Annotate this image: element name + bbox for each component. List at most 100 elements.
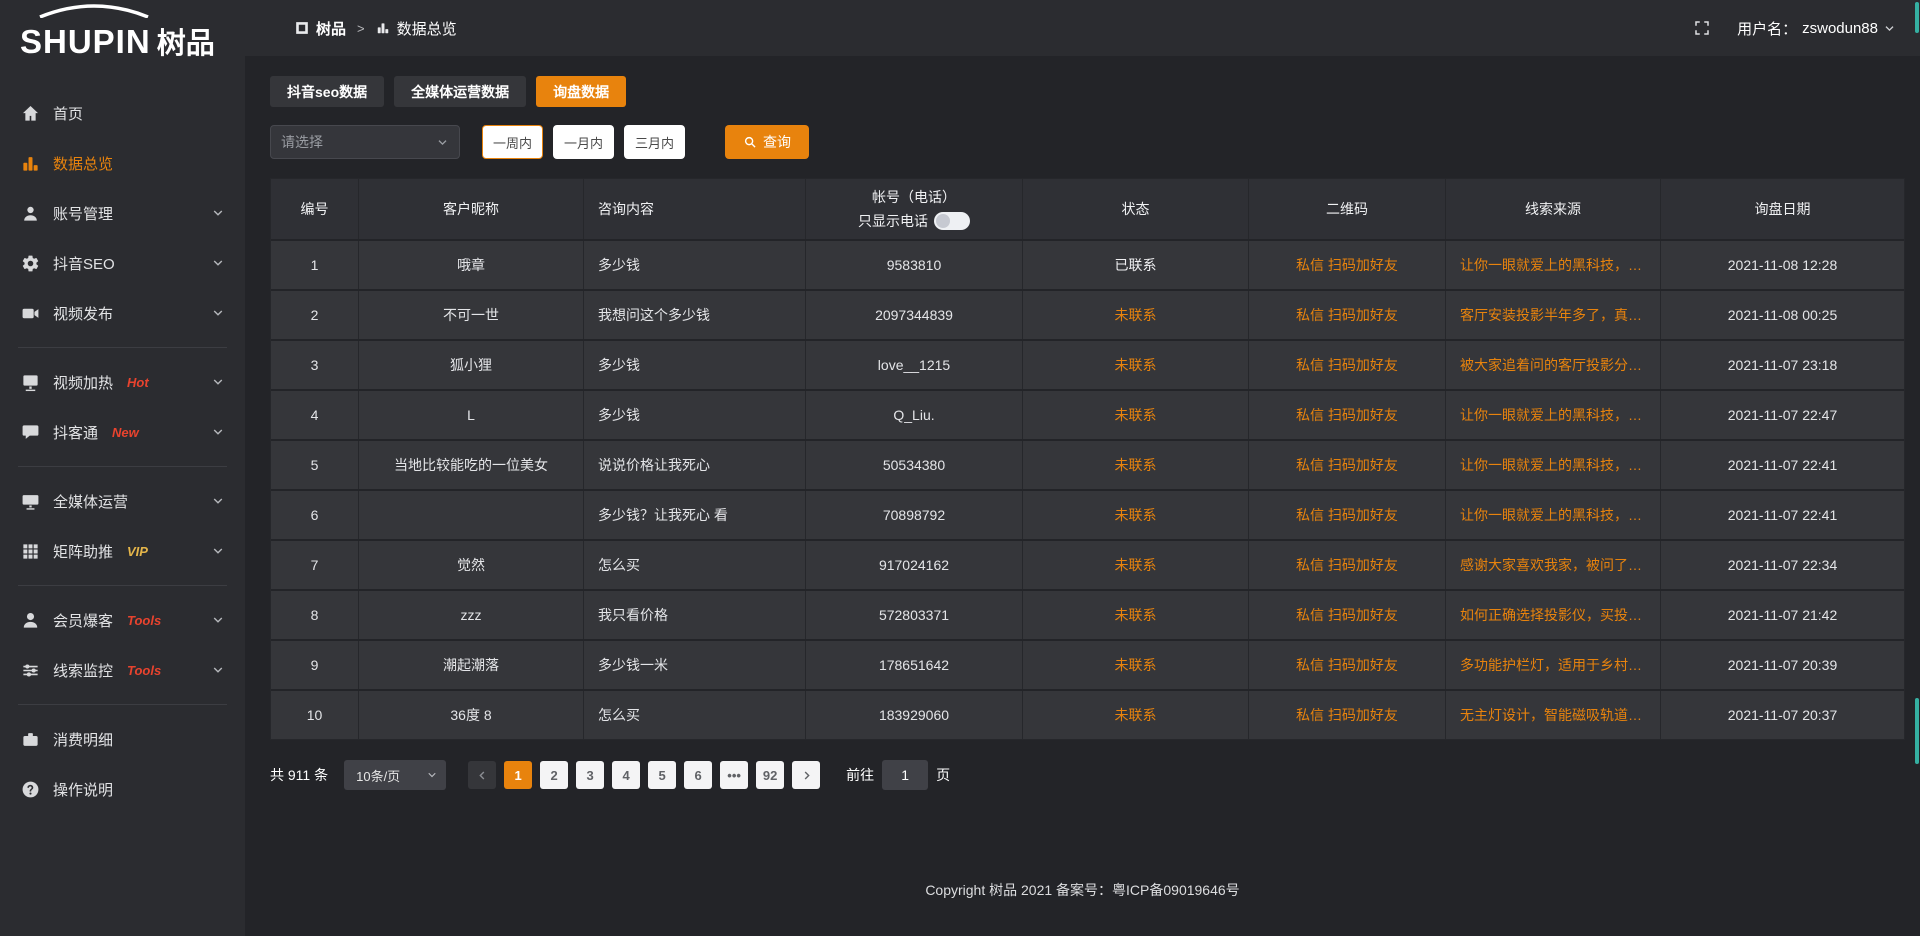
sidebar-item-label: 账号管理 bbox=[53, 203, 113, 224]
table-header-row: 编号 客户昵称 咨询内容 帐号（电话） 只显示电话 状态 二维码 线索来源 询盘… bbox=[271, 179, 1904, 239]
header-nickname: 客户昵称 bbox=[359, 179, 584, 239]
sidebar-item[interactable]: 账号管理 bbox=[0, 188, 245, 238]
qr-add-friend-link[interactable]: 私信 扫码加好友 bbox=[1296, 655, 1398, 675]
page-number-button[interactable]: 4 bbox=[612, 761, 640, 789]
monitor-icon bbox=[20, 491, 40, 511]
breadcrumb-page: 数据总览 bbox=[397, 18, 457, 39]
qr-add-friend-link[interactable]: 私信 扫码加好友 bbox=[1296, 605, 1398, 625]
qr-add-friend-link[interactable]: 私信 扫码加好友 bbox=[1296, 505, 1398, 525]
prev-page-button[interactable] bbox=[468, 761, 496, 789]
sidebar-item-label: 会员爆客 bbox=[53, 610, 113, 631]
lead-source-link[interactable]: 如何正确选择投影仪，买投影... bbox=[1460, 605, 1646, 625]
page-size-value: 10条/页 bbox=[356, 766, 400, 785]
scrollbar-thumb[interactable] bbox=[1915, 2, 1919, 33]
page-number-button[interactable]: 5 bbox=[648, 761, 676, 789]
lead-source-link[interactable]: 多功能护栏灯，适用于乡村文... bbox=[1460, 655, 1646, 675]
qr-add-friend-link[interactable]: 私信 扫码加好友 bbox=[1296, 355, 1398, 375]
range-button[interactable]: 一周内 bbox=[482, 125, 543, 159]
qr-add-friend-link[interactable]: 私信 扫码加好友 bbox=[1296, 555, 1398, 575]
table-body: 1 哦章 多少钱 9583810 已联系 私信 扫码加好友 让你一眼就爱上的黑科… bbox=[271, 239, 1904, 739]
qr-add-friend-link[interactable]: 私信 扫码加好友 bbox=[1296, 305, 1398, 325]
lead-source-link[interactable]: 无主灯设计，智能磁吸轨道灯... bbox=[1460, 705, 1646, 725]
sidebar-item[interactable]: 抖音SEO bbox=[0, 238, 245, 288]
fullscreen-icon[interactable] bbox=[1693, 19, 1711, 37]
lead-source-link[interactable]: 让你一眼就爱上的黑科技，能... bbox=[1460, 255, 1646, 275]
sidebar-item[interactable]: 视频加热 Hot bbox=[0, 357, 245, 407]
cell-date: 2021-11-07 23:18 bbox=[1661, 341, 1904, 389]
search-button[interactable]: 查询 bbox=[725, 125, 809, 159]
cell-id: 1 bbox=[271, 241, 359, 289]
sidebar-item[interactable]: 操作说明 bbox=[0, 764, 245, 814]
cell-qrcode: 私信 扫码加好友 bbox=[1249, 541, 1446, 589]
cell-content: 我想问这个多少钱 bbox=[584, 291, 806, 339]
page-number-button[interactable]: ••• bbox=[720, 761, 748, 789]
gear-icon bbox=[20, 253, 40, 273]
sidebar-item[interactable]: 视频发布 bbox=[0, 288, 245, 338]
data-tab[interactable]: 全媒体运营数据 bbox=[394, 76, 526, 107]
data-tab[interactable]: 抖音seo数据 bbox=[270, 76, 384, 107]
sidebar-item[interactable]: 数据总览 bbox=[0, 138, 245, 188]
sidebar-item[interactable]: 全媒体运营 bbox=[0, 476, 245, 526]
phone-only-toggle[interactable] bbox=[934, 212, 970, 230]
sidebar-item[interactable]: 矩阵助推 VIP bbox=[0, 526, 245, 576]
sidebar-item-label: 线索监控 bbox=[53, 660, 113, 681]
qr-add-friend-link[interactable]: 私信 扫码加好友 bbox=[1296, 405, 1398, 425]
lead-source-link[interactable]: 让你一眼就爱上的黑科技，能... bbox=[1460, 405, 1646, 425]
page-number-button[interactable]: 3 bbox=[576, 761, 604, 789]
chevron-down-icon bbox=[211, 306, 225, 320]
status-text: 未联系 bbox=[1115, 555, 1157, 575]
qr-add-friend-link[interactable]: 私信 扫码加好友 bbox=[1296, 255, 1398, 275]
sidebar-item[interactable]: 会员爆客 Tools bbox=[0, 595, 245, 645]
cell-source: 客厅安装投影半年多了，真实... bbox=[1446, 291, 1661, 339]
cell-date: 2021-11-07 22:47 bbox=[1661, 391, 1904, 439]
lead-source-link[interactable]: 让你一眼就爱上的黑科技，能... bbox=[1460, 455, 1646, 475]
pagination: 共 911 条 10条/页 123456•••92 前往 页 bbox=[270, 760, 1905, 790]
scrollbar-thumb[interactable] bbox=[1915, 698, 1919, 764]
lead-source-link[interactable]: 被大家追着问的客厅投影分享... bbox=[1460, 355, 1646, 375]
goto-page-input[interactable] bbox=[882, 760, 928, 790]
filter-bar: 请选择 一周内一月内三月内 查询 bbox=[270, 125, 1905, 159]
sidebar-item-badge: New bbox=[112, 425, 139, 440]
table-row: 7 觉然 怎么买 917024162 未联系 私信 扫码加好友 感谢大家喜欢我家… bbox=[271, 539, 1904, 589]
qr-add-friend-link[interactable]: 私信 扫码加好友 bbox=[1296, 455, 1398, 475]
lead-source-link[interactable]: 客厅安装投影半年多了，真实... bbox=[1460, 305, 1646, 325]
main-area: 树品 > 数据总览 用户名：zswodun88 抖音seo数据全媒体运营数据询盘… bbox=[245, 0, 1920, 936]
account-header-label: 帐号（电话） bbox=[872, 187, 956, 207]
table-row: 8 zzz 我只看价格 572803371 未联系 私信 扫码加好友 如何正确选… bbox=[271, 589, 1904, 639]
page-size-select[interactable]: 10条/页 bbox=[344, 760, 446, 790]
data-tab[interactable]: 询盘数据 bbox=[536, 76, 626, 107]
cell-id: 8 bbox=[271, 591, 359, 639]
sidebar-item[interactable]: 线索监控 Tools bbox=[0, 645, 245, 695]
cell-source: 让你一眼就爱上的黑科技，能... bbox=[1446, 491, 1661, 539]
page-number-button[interactable]: 1 bbox=[504, 761, 532, 789]
sidebar-item[interactable]: 消费明细 bbox=[0, 714, 245, 764]
range-button[interactable]: 三月内 bbox=[624, 125, 685, 159]
header-qrcode: 二维码 bbox=[1249, 179, 1446, 239]
lead-source-link[interactable]: 感谢大家喜欢我家，被问了好... bbox=[1460, 555, 1646, 575]
cell-id: 2 bbox=[271, 291, 359, 339]
cell-date: 2021-11-07 22:41 bbox=[1661, 491, 1904, 539]
cell-source: 多功能护栏灯，适用于乡村文... bbox=[1446, 641, 1661, 689]
wallet-icon bbox=[20, 729, 40, 749]
page-number-button[interactable]: 6 bbox=[684, 761, 712, 789]
user-menu[interactable]: 用户名：zswodun88 bbox=[1737, 18, 1896, 39]
sidebar-item[interactable]: 抖客通 New bbox=[0, 407, 245, 457]
cell-content: 多少钱？让我死心 看 bbox=[584, 491, 806, 539]
cell-source: 无主灯设计，智能磁吸轨道灯... bbox=[1446, 691, 1661, 739]
filter-select[interactable]: 请选择 bbox=[270, 125, 460, 159]
page-number-button[interactable]: 2 bbox=[540, 761, 568, 789]
qr-add-friend-link[interactable]: 私信 扫码加好友 bbox=[1296, 705, 1398, 725]
lead-source-link[interactable]: 让你一眼就爱上的黑科技，能... bbox=[1460, 505, 1646, 525]
breadcrumb-app[interactable]: 树品 bbox=[316, 18, 346, 39]
page-number-button[interactable]: 92 bbox=[756, 761, 784, 789]
toggle-knob bbox=[936, 214, 950, 228]
cell-date: 2021-11-08 00:25 bbox=[1661, 291, 1904, 339]
cell-status: 已联系 bbox=[1023, 241, 1249, 289]
next-page-button[interactable] bbox=[792, 761, 820, 789]
range-button[interactable]: 一月内 bbox=[553, 125, 614, 159]
cell-date: 2021-11-07 22:34 bbox=[1661, 541, 1904, 589]
sidebar-item[interactable]: 首页 bbox=[0, 88, 245, 138]
table-row: 10 36度 8 怎么买 183929060 未联系 私信 扫码加好友 无主灯设… bbox=[271, 689, 1904, 739]
status-text: 未联系 bbox=[1115, 605, 1157, 625]
chevron-down-icon bbox=[211, 663, 225, 677]
